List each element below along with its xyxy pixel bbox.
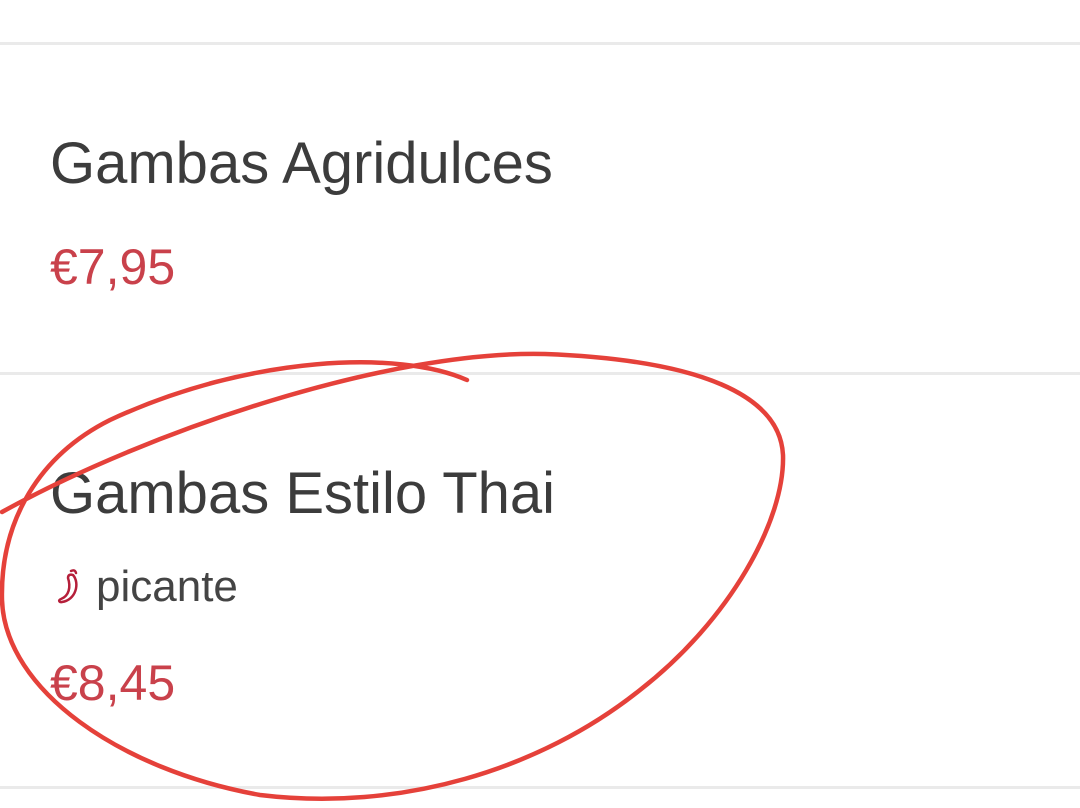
item-price: €8,45 (50, 655, 176, 711)
menu-item-gambas-estilo-thai[interactable]: Gambas Estilo Thai picante €8,45 (0, 375, 1080, 785)
chili-pepper-icon (57, 569, 78, 604)
divider-bottom (0, 786, 1080, 789)
spicy-tag: picante (56, 565, 238, 609)
menu-item-gambas-agridulces[interactable]: Gambas Agridulces €7,95 (0, 45, 1080, 372)
item-price: €7,95 (50, 239, 176, 295)
item-name: Gambas Agridulces (50, 131, 553, 196)
tag-label: picante (96, 562, 238, 611)
item-name: Gambas Estilo Thai (50, 461, 556, 526)
